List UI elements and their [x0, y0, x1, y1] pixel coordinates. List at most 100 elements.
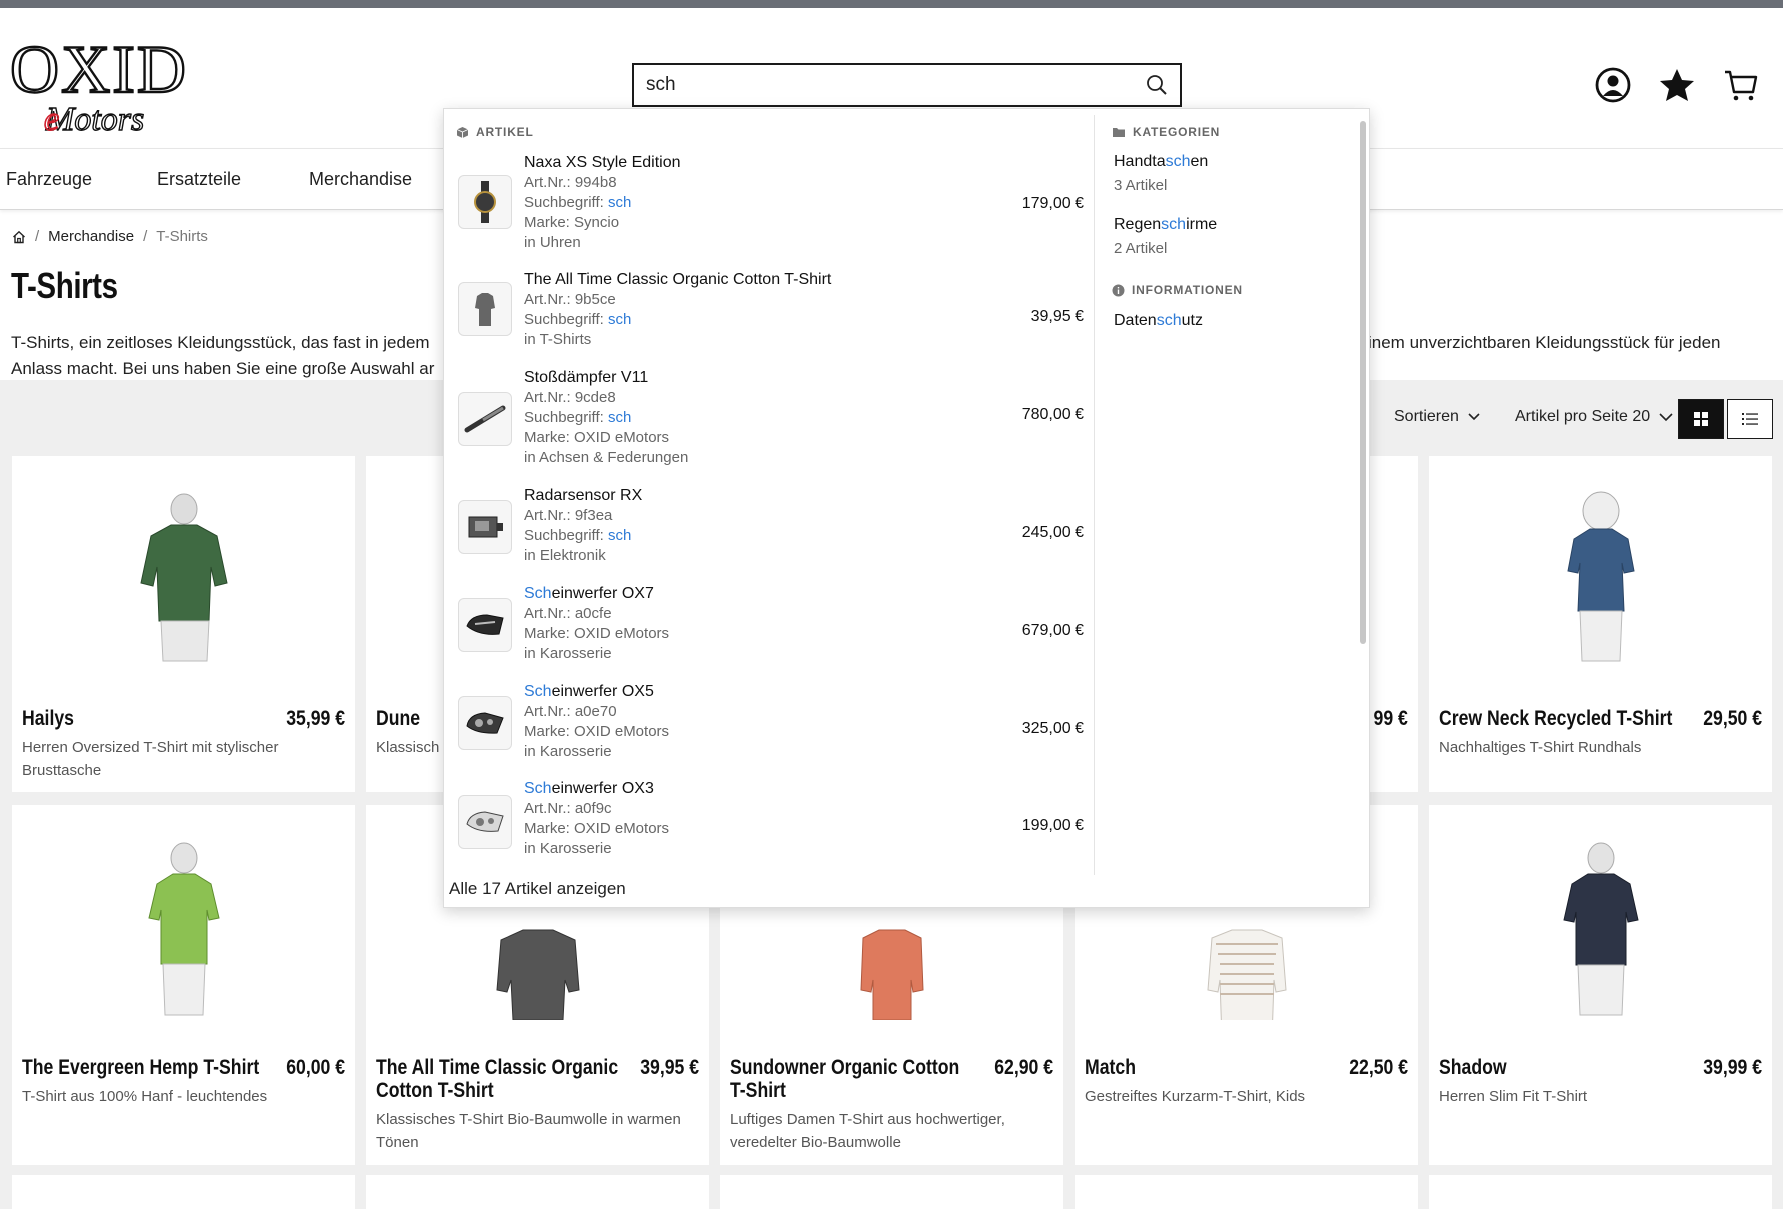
search-term-highlight: sch: [607, 409, 632, 426]
search-term-label: Suchbegriff:: [524, 311, 608, 328]
product-card[interactable]: [12, 1175, 355, 1209]
article-details: Scheinwerfer OX3 Art.Nr.: a0f9c Marke: O…: [524, 779, 669, 859]
article-search-term: Suchbegriff: sch: [524, 526, 642, 546]
suggestion-article[interactable]: Scheinwerfer OX5 Art.Nr.: a0e70 Marke: O…: [444, 682, 1084, 770]
product-card[interactable]: [1075, 1175, 1418, 1209]
product-name[interactable]: Sundowner Organic Cotton T-Shirt: [730, 1056, 974, 1102]
product-card[interactable]: [720, 1175, 1063, 1209]
list-view-button[interactable]: [1727, 399, 1773, 439]
article-title[interactable]: Scheinwerfer OX7: [524, 584, 669, 604]
grid-icon: [1694, 412, 1708, 426]
info-icon: [1112, 284, 1125, 296]
category-title-pre: Regen: [1114, 216, 1162, 233]
scrollbar-thumb[interactable]: [1360, 121, 1366, 644]
product-card[interactable]: The Evergreen Hemp T-Shirt 60,00 € T-Shi…: [12, 805, 355, 1165]
product-card[interactable]: [366, 1175, 709, 1209]
product-image[interactable]: [1429, 456, 1772, 706]
product-name[interactable]: The All Time Classic Organic Cotton T-Sh…: [376, 1056, 620, 1102]
category-title-post: irme: [1186, 216, 1218, 233]
category-title-pre: Handta: [1114, 153, 1166, 170]
article-title[interactable]: Radarsensor RX: [524, 486, 642, 506]
page-title: T-Shirts: [11, 265, 118, 306]
nav-item-fahrzeuge[interactable]: Fahrzeuge: [6, 169, 92, 190]
article-details: Radarsensor RX Art.Nr.: 9f3ea Suchbegrif…: [524, 486, 642, 566]
sort-dropdown[interactable]: Sortieren: [1394, 408, 1481, 426]
per-page-dropdown[interactable]: Artikel pro Seite 20: [1515, 408, 1674, 426]
article-price: 199,00 €: [1021, 817, 1084, 834]
product-card[interactable]: Hailys 35,99 € Herren Oversized T-Shirt …: [12, 456, 355, 792]
suggestion-article[interactable]: Stoßdämpfer V11 Art.Nr.: 9cde8 Suchbegri…: [444, 368, 1084, 476]
product-card[interactable]: Crew Neck Recycled T-Shirt 29,50 € Nachh…: [1429, 456, 1772, 792]
article-search-term: Suchbegriff: sch: [524, 193, 681, 213]
suggestion-article[interactable]: Naxa XS Style Edition Art.Nr.: 994b8 Suc…: [444, 153, 1084, 261]
tshirt-image: [1566, 491, 1635, 662]
tshirt-image: [1562, 842, 1639, 1016]
product-name[interactable]: Shadow: [1439, 1056, 1683, 1079]
suggestion-information[interactable]: Datenschutz: [1114, 312, 1203, 330]
article-title[interactable]: Stoßdämpfer V11: [524, 368, 688, 388]
product-name[interactable]: The Evergreen Hemp T-Shirt: [22, 1056, 266, 1079]
search-icon[interactable]: [1146, 74, 1168, 96]
article-number: Art.Nr.: 994b8: [524, 174, 617, 191]
information-title[interactable]: Datenschutz: [1114, 312, 1203, 330]
article-search-term: Suchbegriff: sch: [524, 310, 831, 330]
intro-line-2-left: Anlass macht. Bei uns haben Sie eine gro…: [11, 359, 435, 378]
tshirt-image: [147, 842, 220, 1016]
product-card[interactable]: Shadow 39,99 € Herren Slim Fit T-Shirt: [1429, 805, 1772, 1165]
article-title[interactable]: Naxa XS Style Edition: [524, 153, 681, 173]
suggestion-article[interactable]: Radarsensor RX Art.Nr.: 9f3ea Suchbegrif…: [444, 486, 1084, 574]
dropdown-scrollbar[interactable]: [1359, 117, 1367, 877]
title-rest: einwerfer OX5: [551, 683, 654, 700]
show-all-articles-link[interactable]: Alle 17 Artikel anzeigen: [449, 879, 626, 899]
home-icon[interactable]: [12, 230, 26, 244]
article-thumbnail: [458, 282, 512, 336]
suggestion-article[interactable]: Scheinwerfer OX7 Art.Nr.: a0cfe Marke: O…: [444, 584, 1084, 672]
article-number: Art.Nr.: a0cfe: [524, 605, 612, 622]
product-name[interactable]: Hailys: [22, 707, 266, 730]
info-title-highlight: sch: [1156, 312, 1182, 329]
product-image[interactable]: [12, 456, 355, 706]
suggestion-article[interactable]: Scheinwerfer OX3 Art.Nr.: a0f9c Marke: O…: [444, 779, 1084, 867]
nav-item-merchandise[interactable]: Merchandise: [309, 169, 412, 190]
product-name[interactable]: Match: [1085, 1056, 1329, 1079]
search-term-label: Suchbegriff:: [524, 527, 608, 544]
suggestion-category[interactable]: Regenschirme 2 Artikel: [1114, 216, 1217, 257]
search-term-highlight: sch: [607, 194, 632, 211]
title-rest: einwerfer OX7: [551, 585, 654, 602]
product-price: 39,95 €: [640, 1056, 699, 1079]
grid-view-button[interactable]: [1678, 399, 1724, 439]
category-title[interactable]: Handtaschen: [1114, 153, 1208, 171]
product-name[interactable]: Crew Neck Recycled T-Shirt: [1439, 707, 1683, 730]
wishlist-star-icon[interactable]: [1658, 66, 1696, 104]
article-number: Art.Nr.: a0f9c: [524, 800, 612, 817]
article-title[interactable]: The All Time Classic Organic Cotton T-Sh…: [524, 270, 831, 290]
suggestion-category[interactable]: Handtaschen 3 Artikel: [1114, 153, 1208, 194]
oxid-emotors-logo[interactable]: OXID Motors e: [10, 30, 235, 135]
nav-item-ersatzteile[interactable]: Ersatzteile: [157, 169, 241, 190]
account-icon[interactable]: [1594, 66, 1632, 104]
article-thumbnail: [458, 696, 512, 750]
information-heading: INFORMATIONEN: [1112, 283, 1243, 297]
product-image[interactable]: [12, 805, 355, 1055]
product-price: 62,90 €: [994, 1056, 1053, 1079]
product-image[interactable]: [1429, 805, 1772, 1055]
article-details: Scheinwerfer OX7 Art.Nr.: a0cfe Marke: O…: [524, 584, 669, 664]
sort-label: Sortieren: [1394, 408, 1459, 425]
breadcrumb-separator: /: [35, 228, 40, 245]
breadcrumb-merchandise[interactable]: Merchandise: [48, 228, 134, 245]
product-description: Nachhaltiges T-Shirt Rundhals: [1439, 739, 1642, 756]
search-input[interactable]: [634, 65, 1114, 105]
product-card[interactable]: [1429, 1175, 1772, 1209]
cart-icon[interactable]: [1722, 66, 1760, 104]
intro-line-1-left: T-Shirts, ein zeitloses Kleidungsstück, …: [11, 333, 430, 352]
article-brand: Marke: Syncio: [524, 214, 620, 231]
article-title[interactable]: Scheinwerfer OX5: [524, 682, 669, 702]
search-term-highlight: sch: [607, 527, 632, 544]
category-title[interactable]: Regenschirme: [1114, 216, 1217, 234]
article-number: Art.Nr.: 9cde8: [524, 389, 616, 406]
search-field[interactable]: [632, 63, 1182, 107]
article-number: Art.Nr.: 9f3ea: [524, 507, 613, 524]
category-title-highlight: sch: [1161, 216, 1187, 233]
article-title[interactable]: Scheinwerfer OX3: [524, 779, 669, 799]
suggestion-article[interactable]: The All Time Classic Organic Cotton T-Sh…: [444, 270, 1084, 358]
